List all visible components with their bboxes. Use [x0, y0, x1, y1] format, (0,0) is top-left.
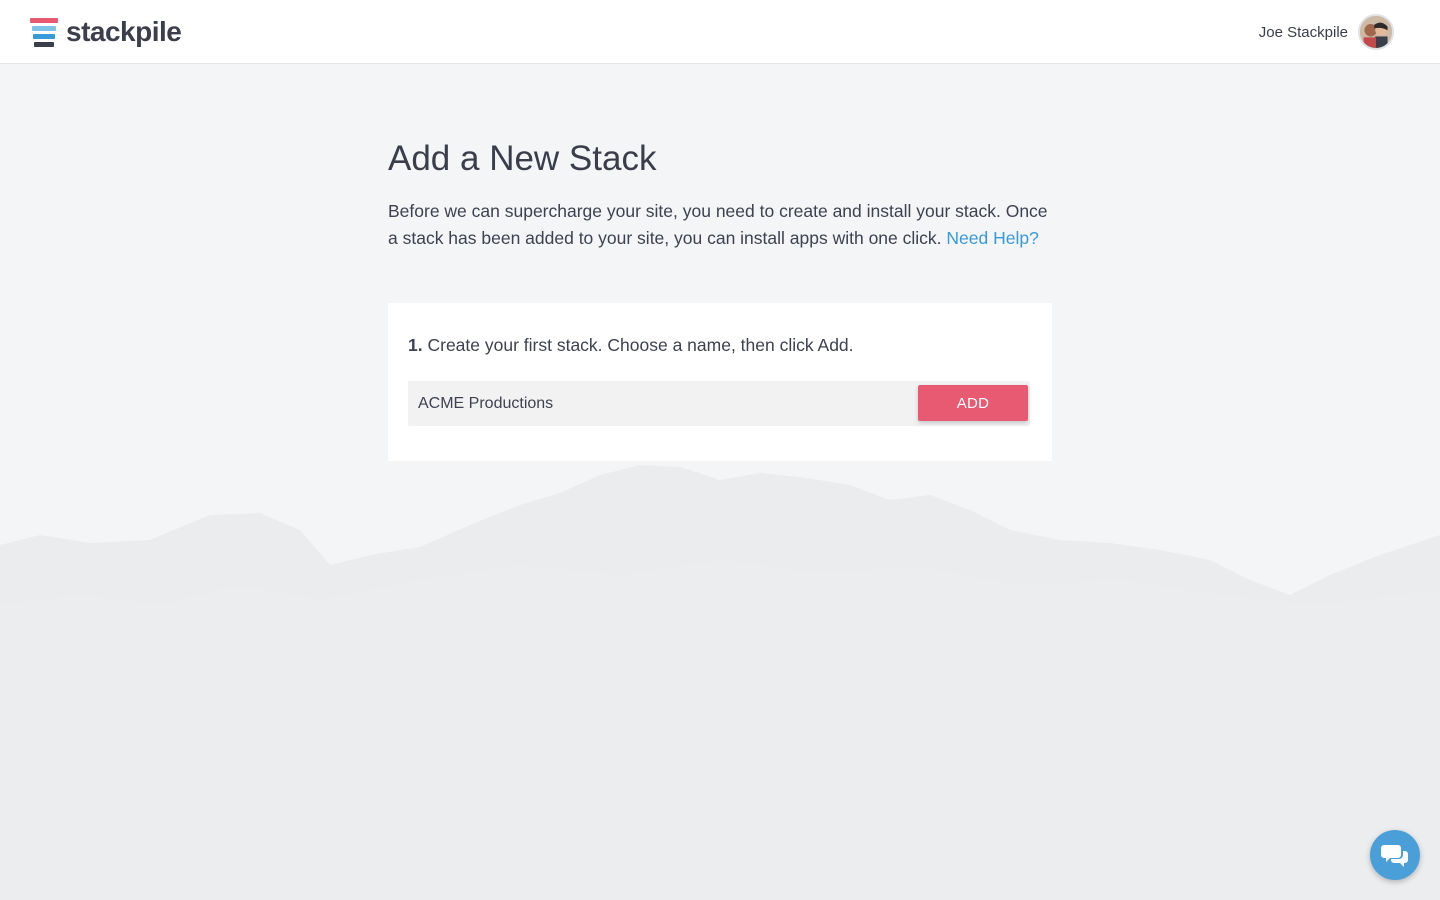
step-text: Create your first stack. Choose a name, …: [427, 335, 854, 355]
need-help-link[interactable]: Need Help?: [946, 228, 1038, 248]
user-avatar[interactable]: [1358, 14, 1394, 50]
top-header: stackpile Joe Stackpile: [0, 0, 1440, 64]
step-instruction: 1. Create your first stack. Choose a nam…: [408, 335, 854, 356]
main-content: Add a New Stack Before we can supercharg…: [388, 138, 1052, 252]
stack-name-input[interactable]: [408, 381, 913, 426]
user-name: Joe Stackpile: [1258, 23, 1348, 41]
avatar-photo-icon: [1360, 16, 1392, 48]
chat-button[interactable]: [1370, 830, 1420, 880]
brand-name: stackpile: [66, 16, 182, 47]
mountain-background: [0, 465, 1440, 900]
stackpile-logo[interactable]: stackpile: [30, 16, 182, 48]
user-menu[interactable]: Joe Stackpile: [1259, 12, 1394, 52]
stack-logo-icon: [30, 18, 58, 47]
step-number: 1.: [408, 335, 423, 355]
intro-text: Before we can supercharge your site, you…: [388, 198, 1056, 252]
add-button[interactable]: ADD: [918, 385, 1028, 421]
chat-bubbles-icon: [1381, 845, 1408, 867]
page-title: Add a New Stack: [388, 139, 657, 178]
create-stack-card: 1. Create your first stack. Choose a nam…: [388, 303, 1052, 461]
stack-name-row: ADD: [408, 381, 1030, 426]
